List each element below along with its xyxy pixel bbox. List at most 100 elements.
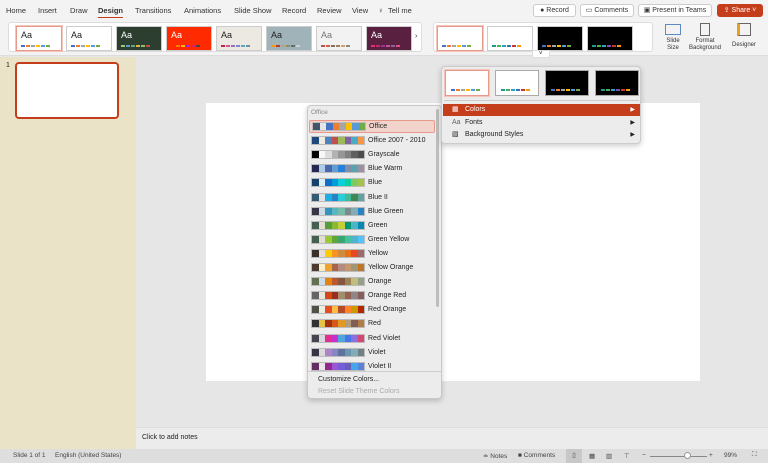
variant-swatches	[592, 45, 622, 47]
slide-size-icon	[665, 24, 681, 35]
tab-draw[interactable]: Draw	[70, 6, 88, 15]
designer-button[interactable]: Designer	[730, 23, 758, 49]
slide-size-button[interactable]: Slide Size	[660, 23, 686, 52]
theme-sample-text: Aa	[371, 30, 383, 40]
share-button[interactable]: ⇪ Share ˅	[717, 4, 763, 17]
color-scheme-swatches	[311, 291, 365, 301]
format-background-button[interactable]: Format Background	[688, 23, 722, 52]
tab-insert[interactable]: Insert	[38, 6, 57, 15]
color-scheme-swatches	[311, 206, 365, 216]
color-scheme-item[interactable]: Yellow Orange	[309, 261, 435, 274]
color-scheme-swatches	[311, 150, 365, 160]
color-scheme-item[interactable]: Green	[309, 219, 435, 232]
theme-thumbnail[interactable]: Aa	[166, 26, 212, 51]
color-scheme-swatches	[311, 305, 365, 315]
theme-thumbnail[interactable]: Aa	[216, 26, 262, 51]
color-scheme-item[interactable]: Blue	[309, 176, 435, 189]
theme-thumbnail[interactable]: Aa	[266, 26, 312, 51]
variants-gallery: ˅	[433, 22, 653, 58]
color-scheme-item[interactable]: Red Violet	[309, 332, 435, 345]
tab-transitions[interactable]: Transitions	[135, 6, 171, 15]
color-scheme-item[interactable]: Yellow	[309, 247, 435, 260]
variant-thumbnail[interactable]	[595, 70, 639, 96]
colors-dropdown: Office Office Office 2007 - 2010 Grayscale…	[307, 105, 442, 399]
lightbulb-icon: ♀	[378, 6, 384, 15]
tab-tell-me[interactable]: Tell me	[388, 6, 412, 15]
color-scheme-item[interactable]: Blue Warm	[309, 162, 435, 175]
reading-view-icon[interactable]: ▥	[606, 452, 612, 460]
colors-menu-label: Colors	[465, 106, 486, 113]
tab-design[interactable]: Design	[98, 6, 124, 18]
color-scheme-swatches	[311, 263, 365, 272]
variant-thumbnail[interactable]	[437, 26, 483, 51]
color-scheme-name: Orange	[368, 278, 392, 286]
background-styles-menu-item[interactable]: ▧ Background Styles ▶	[443, 129, 640, 141]
theme-thumbnail[interactable]: Aa	[16, 26, 62, 51]
color-scheme-item[interactable]: Red Orange	[309, 303, 435, 316]
notes-toggle[interactable]: ≐ Notes	[483, 452, 507, 460]
variants-expand-icon[interactable]: ˅	[532, 50, 550, 58]
tab-record[interactable]: Record	[282, 6, 306, 15]
theme-thumbnail[interactable]: Aa	[366, 26, 412, 51]
variant-swatches	[492, 45, 522, 47]
colors-scrollbar[interactable]	[436, 109, 439, 307]
theme-sample-text: Aa	[221, 30, 233, 40]
color-scheme-item[interactable]: Red	[309, 317, 435, 330]
tab-home[interactable]: Home	[6, 6, 26, 15]
fit-to-window-icon[interactable]: ⛶	[752, 451, 757, 459]
comments-button[interactable]: ▭ Comments	[580, 4, 634, 17]
color-scheme-item[interactable]: Green Yellow	[309, 233, 435, 246]
variant-thumbnail[interactable]	[537, 26, 583, 51]
zoom-slider-handle[interactable]	[683, 452, 691, 459]
theme-thumbnail[interactable]: Aa	[116, 26, 162, 51]
variant-thumbnail[interactable]	[587, 26, 633, 51]
variant-thumbnail[interactable]	[487, 26, 533, 51]
color-scheme-swatches	[311, 178, 365, 188]
slide-canvas[interactable]	[206, 103, 700, 381]
variant-thumbnail[interactable]	[545, 70, 589, 96]
theme-sample-text: Aa	[121, 30, 133, 40]
color-scheme-item[interactable]: Office	[309, 120, 435, 133]
tab-review[interactable]: Review	[317, 6, 342, 15]
color-scheme-item[interactable]: Grayscale	[309, 148, 435, 161]
colors-section-header: Office	[311, 109, 328, 116]
variant-swatches	[542, 45, 572, 47]
tab-view[interactable]: View	[352, 6, 368, 15]
variant-thumbnail[interactable]	[445, 70, 489, 96]
record-button[interactable]: ● Record	[533, 4, 576, 17]
color-scheme-item[interactable]: Office 2007 - 2010	[309, 134, 435, 147]
tab-slide-show[interactable]: Slide Show	[234, 6, 272, 15]
zoom-out-icon[interactable]: −	[642, 452, 646, 459]
color-scheme-item[interactable]: Blue Green	[309, 205, 435, 218]
theme-thumbnail[interactable]: Aa	[66, 26, 112, 51]
notes-pane[interactable]: Click to add notes	[136, 427, 768, 449]
color-scheme-item[interactable]: Orange	[309, 275, 435, 288]
theme-thumbnail[interactable]: Aa	[316, 26, 362, 51]
colors-menu-item[interactable]: ▦ Colors ▶	[443, 104, 640, 116]
variant-thumbnail[interactable]	[495, 70, 539, 96]
slide-sorter-icon[interactable]: ▦	[589, 452, 595, 460]
color-scheme-item[interactable]: Blue II	[309, 191, 435, 204]
color-scheme-item[interactable]: Orange Red	[309, 289, 435, 302]
comments-label: Comments	[594, 7, 629, 14]
tab-animations[interactable]: Animations	[184, 6, 221, 15]
zoom-in-icon[interactable]: +	[709, 452, 713, 459]
customize-colors-item[interactable]: Customize Colors...	[318, 376, 379, 383]
comments-toggle[interactable]: ■ Comments	[518, 452, 555, 459]
theme-swatches	[271, 45, 301, 47]
theme-swatches	[171, 45, 201, 47]
color-scheme-item[interactable]: Violet	[309, 346, 435, 359]
fonts-menu-label: Fonts	[465, 119, 483, 126]
format-background-label: Format Background	[688, 38, 722, 51]
fonts-menu-item[interactable]: Aa Fonts ▶	[443, 117, 640, 129]
gallery-next-icon[interactable]: ›	[415, 33, 417, 40]
slideshow-view-icon[interactable]: ⊤	[624, 452, 630, 460]
menu-divider	[308, 371, 441, 372]
color-scheme-swatches	[311, 347, 365, 357]
zoom-slider[interactable]	[650, 456, 707, 457]
language-status[interactable]: English (United States)	[55, 452, 121, 459]
normal-view-icon[interactable]: ▯	[566, 449, 582, 463]
zoom-percent[interactable]: 99%	[724, 452, 737, 459]
slide-thumbnail[interactable]	[15, 62, 119, 119]
present-in-teams-button[interactable]: ▣ Present in Teams	[638, 4, 712, 17]
